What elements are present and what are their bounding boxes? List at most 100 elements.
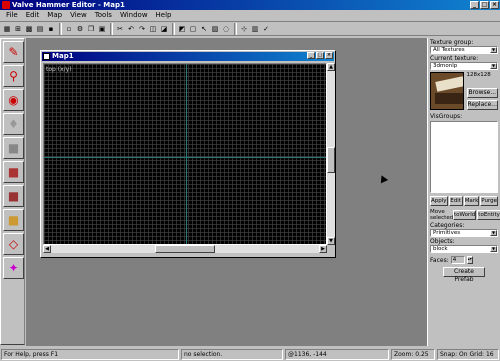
camera-tool[interactable]: ◉	[3, 89, 24, 111]
clip-icon: ◇	[8, 237, 19, 251]
create-prefab-button[interactable]: Create Prefab	[443, 267, 485, 283]
map-window[interactable]: Map1 _ □ × top (x/y) ▲ ▼ ◀ ▶	[40, 50, 336, 258]
vertical-scroll-thumb[interactable]	[327, 147, 335, 173]
carve-icon[interactable]: ◩	[177, 24, 187, 34]
visgroup-purge-button[interactable]: Purge	[480, 196, 498, 206]
snap-icon[interactable]: ⊹	[239, 24, 249, 34]
scroll-right-icon[interactable]: ▶	[319, 245, 327, 253]
to-entity-button[interactable]: toEntity	[477, 210, 500, 220]
open-icon[interactable]: ▫	[64, 24, 74, 34]
current-texture-label: Current texture:	[430, 55, 479, 62]
texture-sign-graphic	[435, 76, 463, 92]
hide-icon[interactable]: ◌	[221, 24, 231, 34]
visgroups-list[interactable]	[430, 121, 498, 193]
visgroups-label: VisGroups:	[430, 113, 463, 120]
chevron-down-icon[interactable]: ▼	[490, 246, 497, 252]
chevron-down-icon[interactable]: ▼	[490, 230, 497, 236]
texture-group-select[interactable]: All Textures ▼	[430, 46, 498, 54]
objects-select[interactable]: block ▼	[430, 245, 498, 253]
chevron-down-icon[interactable]: ▼	[490, 63, 497, 69]
map-view-icon[interactable]: ▤	[35, 24, 45, 34]
selection-tool[interactable]: ✎	[3, 41, 24, 63]
faces-label: Faces:	[430, 256, 449, 264]
grid-icon[interactable]: ▦	[2, 24, 12, 34]
group-icon[interactable]: ◫	[148, 24, 158, 34]
save-icon[interactable]: ▪	[46, 24, 56, 34]
map-document-icon[interactable]	[43, 53, 50, 60]
select-icon[interactable]: ↖	[199, 24, 209, 34]
menu-view[interactable]: View	[66, 10, 91, 20]
browse-button[interactable]: Browse...	[466, 88, 498, 98]
magnify-tool[interactable]: ⚲	[3, 65, 24, 87]
to-world-button[interactable]: toWorld	[453, 210, 477, 220]
hammer-app-icon[interactable]	[2, 1, 10, 9]
clip-tool[interactable]: ◇	[3, 233, 24, 255]
app-title-bar[interactable]: Valve Hammer Editor - Map1 _ □ ×	[0, 0, 500, 10]
undo-icon[interactable]: ↶	[126, 24, 136, 34]
ungroup-icon[interactable]: ◪	[159, 24, 169, 34]
scroll-left-icon[interactable]: ◀	[43, 245, 51, 253]
hollow-icon[interactable]: ▢	[188, 24, 198, 34]
magnify-icon: ⚲	[9, 69, 18, 83]
decal-tool[interactable]: ■	[3, 209, 24, 231]
tool-palette: ✎ ⚲ ◉ ♦ ■ ■ ■ ■ ◇ ✦	[0, 38, 25, 345]
map-minimize-button[interactable]: _	[307, 52, 315, 59]
vertical-scrollbar[interactable]: ▲ ▼	[327, 63, 335, 245]
apply-texture-tool[interactable]: ■	[3, 185, 24, 207]
grid-toggle-icon[interactable]: ⊞	[13, 24, 23, 34]
horizontal-scroll-thumb[interactable]	[155, 245, 215, 253]
app-title: Valve Hammer Editor - Map1	[12, 1, 125, 9]
current-texture-select[interactable]: 3dmonlp ▼	[430, 62, 498, 70]
menu-file[interactable]: File	[2, 10, 22, 20]
categories-select[interactable]: Primitives ▼	[430, 229, 498, 237]
redo-icon[interactable]: ↷	[137, 24, 147, 34]
visgroup-edit-button[interactable]: Edit	[448, 196, 463, 206]
viewport-label[interactable]: top (x/y)	[46, 66, 72, 73]
vertex-tool[interactable]: ✦	[3, 257, 24, 279]
menu-edit[interactable]: Edit	[22, 10, 44, 20]
toolbar-separator	[110, 22, 113, 35]
maximize-button[interactable]: □	[480, 1, 489, 9]
texture-lock-icon[interactable]: ▨	[210, 24, 220, 34]
entity-report-icon[interactable]: ▥	[250, 24, 260, 34]
chevron-down-icon[interactable]: ▼	[490, 47, 497, 53]
compile-icon[interactable]: ⚙	[75, 24, 85, 34]
visgroup-apply-button[interactable]: Apply	[430, 196, 448, 206]
horizontal-scrollbar[interactable]: ◀ ▶	[43, 245, 327, 253]
texture-preview-image[interactable]	[430, 72, 464, 110]
categories-value: Primitives	[433, 230, 461, 236]
texture-group-label: Texture group:	[430, 39, 474, 46]
scroll-up-icon[interactable]: ▲	[327, 63, 335, 71]
minimize-button[interactable]: _	[470, 1, 479, 9]
scroll-down-icon[interactable]: ▼	[327, 237, 335, 245]
menu-map[interactable]: Map	[43, 10, 66, 20]
objects-label: Objects:	[430, 238, 455, 245]
faces-spinner-icon[interactable]: ▴▾	[466, 256, 473, 264]
map-close-button[interactable]: ×	[325, 52, 333, 59]
texture-icon: ■	[7, 165, 20, 179]
menu-help[interactable]: Help	[152, 10, 176, 20]
paste-icon[interactable]: ▣	[97, 24, 107, 34]
vertex-icon: ✦	[8, 261, 19, 275]
mdi-workspace[interactable]: Map1 _ □ × top (x/y) ▲ ▼ ◀ ▶	[26, 38, 427, 346]
toolbar-separator	[59, 22, 62, 35]
status-help: For Help, press F1	[1, 349, 179, 360]
2d-top-viewport[interactable]: top (x/y)	[43, 63, 327, 245]
visgroup-mark-button[interactable]: Mark	[463, 196, 480, 206]
map-window-title-bar[interactable]: Map1 _ □ ×	[42, 52, 334, 61]
decal-icon: ■	[7, 213, 20, 227]
prefab-icon[interactable]: ✓	[261, 24, 271, 34]
copy-icon[interactable]: ❐	[86, 24, 96, 34]
entity-tool[interactable]: ♦	[3, 113, 24, 135]
replace-button[interactable]: Replace...	[466, 100, 498, 110]
faces-input[interactable]: 4	[450, 256, 465, 264]
3d-grid-icon[interactable]: ▩	[24, 24, 34, 34]
menu-window[interactable]: Window	[116, 10, 152, 20]
map-maximize-button[interactable]: □	[316, 52, 324, 59]
cut-icon[interactable]: ✂	[115, 24, 125, 34]
texture-tool[interactable]: ■	[3, 161, 24, 183]
block-tool[interactable]: ■	[3, 137, 24, 159]
menu-tools[interactable]: Tools	[91, 10, 116, 20]
close-button[interactable]: ×	[490, 1, 499, 9]
map-window-title: Map1	[52, 52, 74, 60]
